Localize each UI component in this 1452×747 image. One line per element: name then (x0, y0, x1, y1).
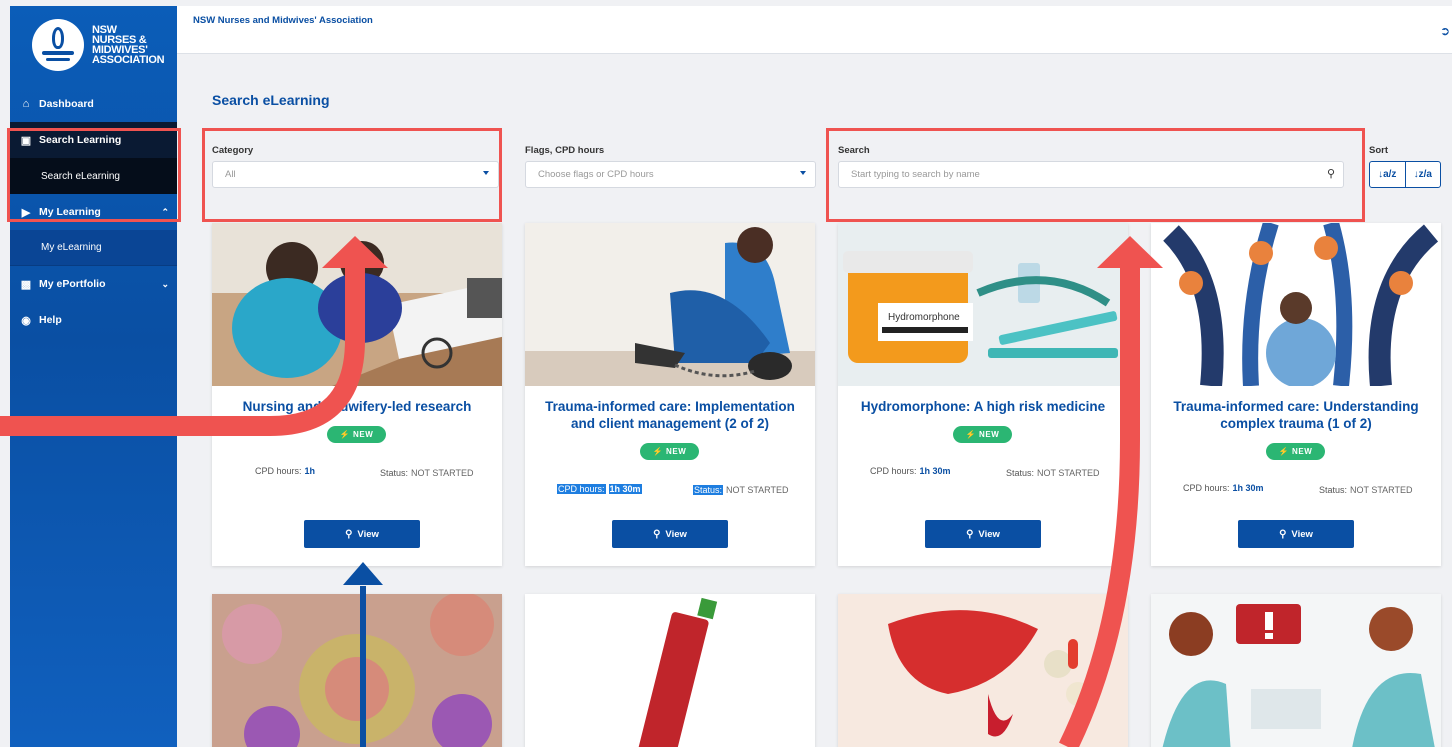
course-card: Hydromorphone Hydromorphone: A high risk… (838, 223, 1128, 566)
course-title[interactable]: Trauma-informed care: Understanding comp… (1159, 398, 1433, 432)
lightning-icon: ⚡ (965, 430, 979, 439)
home-icon: ⌂ (22, 98, 30, 110)
view-button[interactable]: ⚲ View (1238, 520, 1354, 548)
top-header: NSW Nurses and Midwives' Association ➲ (177, 6, 1452, 54)
search-learning-icon: ▣ (20, 134, 32, 147)
sidebar-subitem-search-elearning[interactable]: Search eLearning (10, 158, 177, 194)
search-icon: ⚲ (653, 528, 661, 540)
search-input[interactable]: Start typing to search by name ⚲ (838, 161, 1344, 188)
course-image: Hydromorphone (838, 223, 1128, 386)
briefcase-icon: ▩ (20, 278, 32, 291)
org-name: NSW Nurses and Midwives' Association (193, 15, 373, 26)
status: Status: NOT STARTED (693, 485, 789, 495)
lightning-icon: ⚡ (652, 447, 666, 456)
status: Status: NOT STARTED (380, 468, 474, 478)
nswnma-logo[interactable]: NSW NURSES & MIDWIVES' ASSOCIATION (10, 6, 177, 84)
view-button[interactable]: ⚲ View (304, 520, 420, 548)
view-button[interactable]: ⚲ View (612, 520, 728, 548)
course-card: Trauma-informed care: Implementation and… (525, 223, 815, 566)
course-title[interactable]: Trauma-informed care: Implementation and… (533, 398, 807, 432)
course-card (838, 594, 1128, 747)
cpd-hours: CPD hours: 1h 30m (1183, 483, 1264, 493)
course-title[interactable]: Hydromorphone: A high risk medicine (846, 398, 1120, 415)
search-label: Search (838, 145, 870, 156)
course-image (838, 594, 1128, 747)
course-card (525, 594, 815, 747)
search-icon: ⚲ (1279, 528, 1287, 540)
new-badge: ⚡ NEW (640, 443, 699, 460)
sidebar-subitem-my-elearning[interactable]: My eLearning (10, 230, 177, 266)
logout-icon[interactable]: ➲ (1440, 24, 1450, 38)
lifebuoy-icon: ◉ (21, 314, 31, 327)
chevron-down-icon: ⌄ (161, 278, 169, 289)
sidebar-item-my-learning[interactable]: ▶ My Learning ⌃ (10, 194, 177, 230)
search-icon[interactable]: ⚲ (1327, 167, 1335, 180)
logo-text: NSW NURSES & MIDWIVES' ASSOCIATION (92, 24, 165, 66)
lightning-icon: ⚡ (339, 430, 353, 439)
search-icon: ⚲ (966, 528, 974, 540)
course-image (525, 594, 815, 747)
svg-text:Hydromorphone: Hydromorphone (888, 312, 960, 323)
dropdown-caret-icon (800, 171, 806, 175)
new-badge: ⚡ NEW (1266, 443, 1325, 460)
course-card: Nursing and Midwifery-led research ⚡ NEW… (212, 223, 502, 566)
sidebar-item-help[interactable]: ◉ Help (10, 302, 177, 338)
course-image (525, 223, 815, 386)
status: Status: NOT STARTED (1006, 468, 1100, 478)
view-button[interactable]: ⚲ View (925, 520, 1041, 548)
cpd-hours: CPD hours: 1h (255, 466, 316, 476)
new-badge: ⚡ NEW (327, 426, 386, 443)
play-square-icon: ▶ (21, 206, 31, 219)
course-card (1151, 594, 1441, 747)
dropdown-caret-icon (483, 171, 489, 175)
sort-label: Sort (1369, 145, 1388, 156)
chevron-up-icon: ⌃ (161, 206, 169, 217)
flags-label: Flags, CPD hours (525, 145, 605, 156)
course-card (212, 594, 502, 747)
cpd-hours: CPD hours: 1h 30m (870, 466, 951, 476)
sidebar-item-search-learning[interactable]: ▣ Search Learning (10, 122, 177, 158)
new-badge: ⚡ NEW (953, 426, 1012, 443)
sort-descending-button[interactable]: ↓z/a (1406, 162, 1441, 187)
course-title[interactable]: Nursing and Midwifery-led research (220, 398, 494, 415)
sidebar-item-my-eportfolio[interactable]: ▩ My ePortfolio ⌄ (10, 266, 177, 302)
page-title: Search eLearning (212, 92, 330, 108)
course-image (1151, 223, 1441, 386)
course-image (212, 594, 502, 747)
lightning-icon: ⚡ (1278, 447, 1292, 456)
sidebar: NSW NURSES & MIDWIVES' ASSOCIATION ⌂ Das… (10, 6, 177, 747)
sidebar-item-dashboard[interactable]: ⌂ Dashboard (10, 86, 177, 122)
course-image (212, 223, 502, 386)
cpd-hours: CPD hours: 1h 30m (557, 484, 642, 494)
category-label: Category (212, 145, 254, 156)
course-card: Trauma-informed care: Understanding comp… (1151, 223, 1441, 566)
flame-logo-icon (32, 19, 84, 71)
course-image (1151, 594, 1441, 747)
flags-select[interactable]: Choose flags or CPD hours (525, 161, 816, 188)
sort-ascending-button[interactable]: ↓a/z (1370, 162, 1406, 187)
status: Status: NOT STARTED (1319, 485, 1413, 495)
search-icon: ⚲ (345, 528, 353, 540)
sort-button-group: ↓a/z ↓z/a (1369, 161, 1441, 188)
category-select[interactable]: All (212, 161, 499, 188)
